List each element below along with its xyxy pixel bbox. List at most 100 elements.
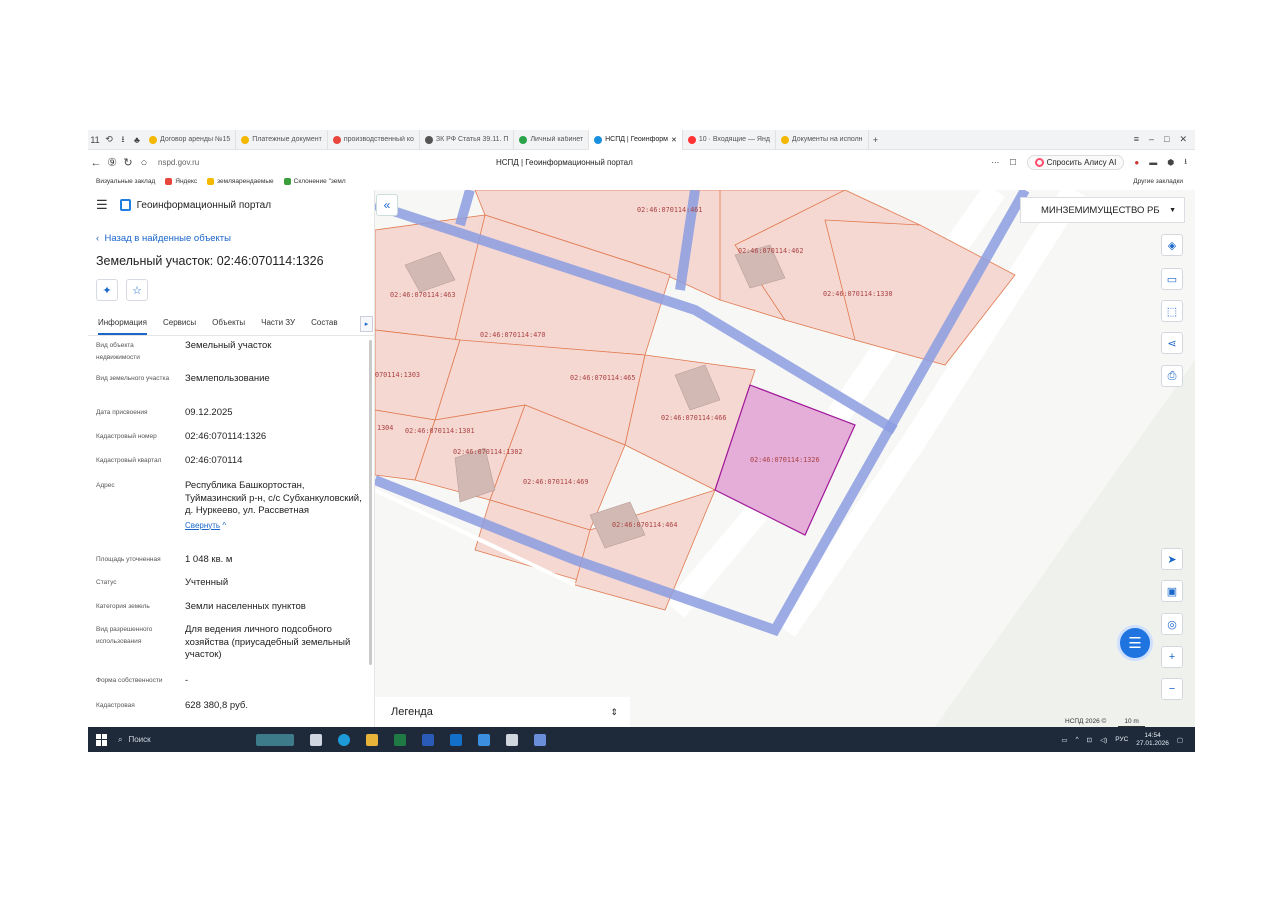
tab-composition[interactable]: Состав: [311, 314, 338, 335]
browser-tab[interactable]: 10 · Входящие — Янд: [683, 130, 776, 150]
chevron-up-icon: ^: [220, 520, 227, 530]
new-tab-button[interactable]: +: [869, 135, 883, 145]
word-icon[interactable]: [422, 733, 434, 746]
panel-scrollbar[interactable]: [369, 340, 372, 665]
maximize-icon[interactable]: □: [1164, 134, 1169, 145]
browser-tab[interactable]: Личный кабинет: [514, 130, 590, 150]
chevron-up-icon[interactable]: ^: [1076, 736, 1079, 743]
yandex-browser-icon[interactable]: [506, 733, 518, 746]
print-icon[interactable]: ⎙: [1161, 365, 1183, 387]
bookmark-item[interactable]: земляарендаемые: [207, 178, 274, 185]
navigate-icon[interactable]: ➤: [1161, 548, 1183, 570]
tab-menu-icon[interactable]: ≡: [1134, 134, 1139, 145]
my-location-icon[interactable]: ◎: [1161, 613, 1183, 635]
cadastral-map[interactable]: 02:46:070114:461 02:46:070114:462 02:46:07…: [375, 190, 1195, 727]
widget-icon[interactable]: [256, 733, 294, 746]
locate-object-icon[interactable]: ✦: [96, 279, 118, 301]
app-icon[interactable]: [478, 733, 490, 746]
network-icon[interactable]: ⊡: [1087, 736, 1092, 744]
browser-tab[interactable]: производственный ко: [328, 130, 420, 150]
property-label: Дата присвоения: [96, 409, 148, 416]
more-icon[interactable]: ⋯: [991, 158, 999, 167]
download-icon[interactable]: ⭳: [116, 132, 130, 148]
portal-name[interactable]: Геоинформационный портал: [137, 200, 271, 211]
tab-objects[interactable]: Объекты: [212, 314, 245, 335]
zoom-in-icon[interactable]: +: [1161, 646, 1183, 668]
page-title-text: НСПД | Геоинформационный портал: [496, 158, 633, 167]
yandex-id-icon[interactable]: ⑨: [104, 156, 120, 169]
layers-icon[interactable]: ◈: [1161, 234, 1183, 256]
document-app-icon[interactable]: [534, 733, 546, 746]
parcel-label: 070114:1303: [375, 371, 420, 379]
browser-tab[interactable]: НСПД | Геоинформ ✕: [589, 130, 683, 150]
bookmark-item[interactable]: Склонение "земл: [283, 178, 346, 185]
excel-icon[interactable]: [394, 733, 406, 746]
outlook-icon[interactable]: [450, 733, 462, 746]
other-bookmarks[interactable]: Другие закладки: [1133, 178, 1195, 185]
bookmark-item[interactable]: Яндекс: [165, 178, 197, 185]
ruler-icon[interactable]: ▭: [1161, 268, 1183, 290]
back-arrow-icon[interactable]: ←: [88, 157, 104, 169]
property-value: Учтенный: [185, 577, 363, 590]
clock[interactable]: 14:54 27.01.2026: [1136, 732, 1169, 748]
taskbar-search[interactable]: ⌕ Поиск: [118, 735, 248, 745]
extension-icon[interactable]: ●: [1134, 158, 1139, 167]
browser-tab[interactable]: Договор аренды №15: [144, 130, 237, 150]
menu-icon[interactable]: ☰: [96, 197, 108, 213]
collections-icon[interactable]: ♣: [130, 135, 144, 145]
legend-select[interactable]: Легенда ⇕: [375, 697, 630, 727]
language-indicator[interactable]: РУС: [1115, 736, 1128, 743]
chat-assistant-icon[interactable]: ☰: [1117, 625, 1153, 661]
browser-tab[interactable]: ЗК РФ Статья 39.11. П: [420, 130, 515, 150]
site-info-icon[interactable]: ○: [136, 157, 152, 169]
tab-information[interactable]: Информация: [98, 314, 147, 335]
collapse-address-link[interactable]: Свернуть ^: [185, 520, 363, 533]
edge-icon[interactable]: [338, 733, 350, 746]
basemap-icon[interactable]: ▣: [1161, 580, 1183, 602]
browser-tab-label: Личный кабинет: [530, 136, 584, 143]
close-tab-icon[interactable]: ✕: [671, 136, 677, 144]
browser-tab[interactable]: Платежные документ: [236, 130, 328, 150]
tabs-scroll-right-icon[interactable]: ▸: [360, 316, 373, 332]
parcel-label: 02:46:070114:462: [738, 247, 803, 255]
windows-start-icon[interactable]: [96, 733, 108, 746]
ask-alice-button[interactable]: Спросить Алису AI: [1026, 155, 1125, 170]
property-value: Земельный участок: [185, 340, 363, 353]
bookmark-favicon-icon: [207, 178, 215, 185]
url-text[interactable]: nspd.gov.ru: [158, 158, 199, 167]
task-view-icon[interactable]: [310, 733, 322, 746]
select-area-icon[interactable]: ⬚: [1161, 300, 1183, 322]
zoom-out-icon[interactable]: −: [1161, 678, 1183, 700]
reload-icon[interactable]: ↻: [120, 156, 136, 169]
bookmark-item[interactable]: Визуальные заклад: [96, 178, 155, 185]
downloads-icon[interactable]: ⭳: [1184, 156, 1187, 170]
tab-parts[interactable]: Части ЗУ: [261, 314, 295, 335]
property-value: 02:46:070114:1326: [185, 431, 363, 444]
file-explorer-icon[interactable]: [366, 733, 378, 746]
history-icon[interactable]: ⟲: [102, 134, 116, 145]
organization-select[interactable]: МИНЗЕМИМУЩЕСТВО РБ ▼: [1020, 197, 1185, 223]
vpn-icon[interactable]: ▬: [1149, 158, 1157, 167]
property-label: Кадастровая: [96, 702, 135, 709]
tab-count-badge[interactable]: 11: [88, 135, 102, 145]
parcel-label: 02:46:070114:1326: [750, 456, 820, 464]
tray-app-icon[interactable]: ▭: [1061, 736, 1067, 744]
collapse-panel-icon[interactable]: «: [376, 194, 398, 216]
property-label: Адрес: [96, 482, 115, 489]
browser-tab[interactable]: Документы на исполн: [776, 130, 869, 150]
volume-icon[interactable]: ◁): [1100, 736, 1107, 744]
property-label: Кадастровый номер: [96, 433, 157, 440]
share-icon[interactable]: ⋖: [1161, 332, 1183, 354]
bookmark-icon[interactable]: ☐: [1009, 158, 1016, 167]
notifications-icon[interactable]: ▢: [1177, 736, 1183, 744]
back-to-results-link[interactable]: ‹ Назад в найденные объекты: [96, 233, 231, 244]
bookmark-label: Яндекс: [175, 178, 198, 185]
tab-services[interactable]: Сервисы: [163, 314, 196, 335]
map-canvas[interactable]: 02:46:070114:461 02:46:070114:462 02:46:07…: [375, 190, 1195, 727]
minimize-icon[interactable]: –: [1149, 134, 1154, 145]
favorite-star-icon[interactable]: ☆: [126, 279, 148, 301]
shield-icon[interactable]: ⬢: [1167, 158, 1174, 167]
up-down-chevron-icon: ⇕: [610, 706, 618, 717]
parcel-label: 1304: [377, 424, 393, 432]
close-window-icon[interactable]: ✕: [1179, 134, 1187, 145]
